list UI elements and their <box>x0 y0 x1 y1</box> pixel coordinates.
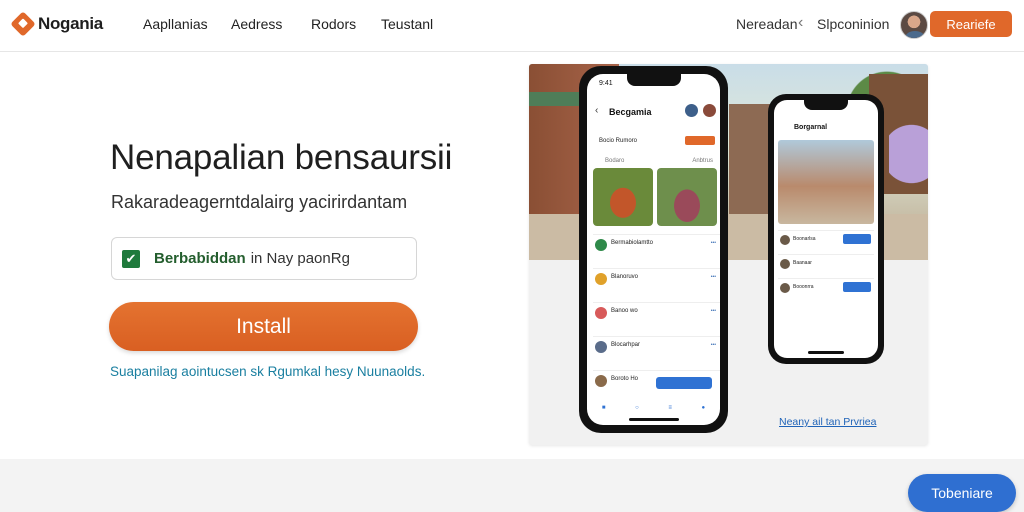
nav-link-3[interactable]: Rodors <box>311 16 356 32</box>
list-item-text: Blanoruvo <box>611 274 639 280</box>
phone-list-item: Blanoruvo ••• <box>593 268 720 288</box>
phone-filter-pill <box>685 136 715 145</box>
preview-link[interactable]: Neany ail tan Prvriea <box>779 416 876 428</box>
phone-photo <box>593 168 653 226</box>
header-link-2[interactable]: Slpconinion <box>817 16 889 32</box>
list-item-action: ••• <box>710 342 716 348</box>
list-item-action: ••• <box>710 274 716 280</box>
phone-status-time: 9:41 <box>599 80 613 87</box>
list-item-text: Bermabiolamtto <box>611 240 654 246</box>
phone-list-item: Banoo wo ••• <box>593 302 720 322</box>
phone-app-title: Becgamia <box>609 107 652 117</box>
phone-home-indicator <box>628 418 679 421</box>
profile-icon: ● <box>701 405 706 411</box>
phone-notch <box>804 100 848 110</box>
list-item-text: Baanaar <box>793 260 812 266</box>
hero-subtitle: Rakaradeagerntdalairg yacirirdantam <box>111 192 408 212</box>
phone-street-photo <box>778 140 874 224</box>
phone-screen: Borgarnal Boonarlsa Baanaar Booonrra <box>774 100 878 358</box>
brand[interactable]: Nogania <box>10 11 103 37</box>
list-item-icon <box>595 273 607 285</box>
phone-filter-label: Bocio Rumoro <box>599 138 638 144</box>
header-cta-button[interactable]: Reariefe <box>930 11 1012 37</box>
list-item-icon <box>780 283 790 293</box>
search-icon: ○ <box>635 405 639 411</box>
list-item-text: Blocarhpar <box>611 342 641 348</box>
list-item-action <box>843 234 871 244</box>
phone-home-indicator <box>808 351 844 354</box>
phone-screen: 9:41 ‹ Becgamia Bocio Rumoro Bodaro Anbt… <box>587 74 720 425</box>
user-avatar[interactable] <box>900 11 928 39</box>
phone-tabs: Bodaro Anbtrus <box>605 158 713 164</box>
list-item-icon <box>780 259 790 269</box>
checkbox-checked-icon[interactable]: ✔ <box>122 249 140 268</box>
header-link-1[interactable]: Nereadan <box>736 16 798 32</box>
phone-mockup-large: 9:41 ‹ Becgamia Bocio Rumoro Bodaro Anbt… <box>579 66 728 433</box>
nav-link-4[interactable]: Teustanl <box>381 16 433 32</box>
phone-list-item: Blocarhpar ••• <box>593 336 720 356</box>
phone-mockup-small: Borgarnal Boonarlsa Baanaar Booonrra <box>768 94 884 364</box>
list-item-icon <box>780 235 790 245</box>
phone-app-title: Borgarnal <box>794 124 828 131</box>
brand-name: Nogania <box>38 14 103 33</box>
phone-bottom-nav: ■ ○ ≡ ● <box>587 405 720 411</box>
footer-band <box>0 459 1024 512</box>
flowers <box>889 114 928 214</box>
phone-cta-button <box>656 377 712 389</box>
list-item-icon <box>595 239 607 251</box>
top-navigation-bar: Nogania Aapllanias Aedress Rodors Teusta… <box>0 0 1024 52</box>
checkbox-label-strong: Berbabiddan <box>154 250 246 267</box>
phone-tab: Anbtrus <box>692 158 713 164</box>
list-item-action: ••• <box>710 240 716 246</box>
install-button[interactable]: Install <box>109 302 418 351</box>
list-item-text: Banoo wo <box>611 308 638 314</box>
floating-action-button[interactable]: Tobeniare <box>908 474 1016 512</box>
list-item-icon <box>595 307 607 319</box>
list-item-icon <box>595 375 607 387</box>
hero-title: Nenapalian bensaursii <box>110 138 453 177</box>
nav-link-2[interactable]: Aedress <box>231 16 282 32</box>
hero-illustration: 9:41 ‹ Becgamia Bocio Rumoro Bodaro Anbt… <box>529 64 928 445</box>
back-arrow-icon: ‹ <box>595 105 599 116</box>
brand-logo-icon <box>10 11 36 37</box>
phone-photo <box>657 168 717 226</box>
phone-notch <box>626 74 681 86</box>
phone-list-item: Bermabiolamtto ••• <box>593 234 720 254</box>
phone-tab: Bodaro <box>605 158 625 164</box>
list-item-text: Booonrra <box>793 284 814 290</box>
chevron-left-icon[interactable]: ‹ <box>798 14 803 32</box>
phone-avatar-icon <box>685 104 698 117</box>
hero-info-link[interactable]: Suapanilag aointucsen sk Rgumkal hesy Nu… <box>110 364 425 379</box>
phone-filter-row: Bocio Rumoro <box>595 134 719 148</box>
list-item-action <box>843 282 871 292</box>
list-item-action: ••• <box>710 308 716 314</box>
list-item-text: Boroto Ho <box>611 376 639 382</box>
checkbox-label-rest: in Nay paonRg <box>250 250 350 267</box>
list-icon: ≡ <box>668 405 672 411</box>
phone-avatar-icon <box>703 104 716 117</box>
list-item-text: Boonarlsa <box>793 236 816 242</box>
phone-list-item: Baanaar <box>778 254 874 272</box>
phone-list-item: Booonrra <box>778 278 874 296</box>
home-icon: ■ <box>601 405 606 411</box>
consent-checkbox-field[interactable]: ✔ Berbabiddan in Nay paonRg <box>111 237 417 280</box>
phone-list-item: Boonarlsa <box>778 230 874 248</box>
nav-link-1[interactable]: Aapllanias <box>143 16 208 32</box>
list-item-icon <box>595 341 607 353</box>
